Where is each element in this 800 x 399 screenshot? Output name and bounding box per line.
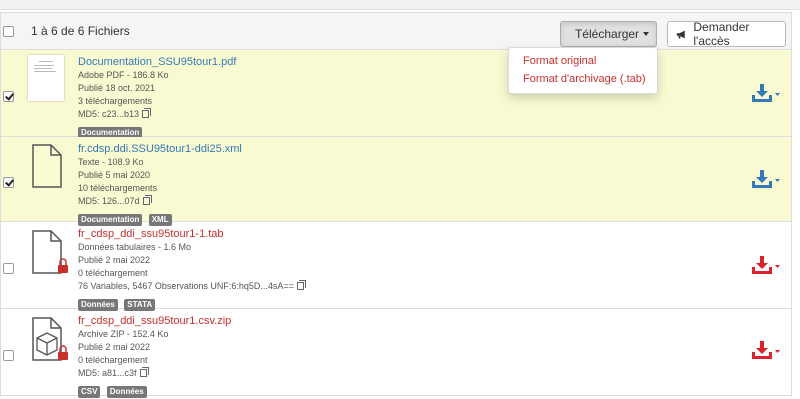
row-checkbox[interactable] xyxy=(3,350,14,361)
file-info: fr_cdsp_ddi_ssu95tour1.csv.zip Archive Z… xyxy=(78,314,231,399)
table-row: fr_cdsp_ddi_ssu95tour1.csv.zip Archive Z… xyxy=(1,309,791,399)
copy-icon[interactable] xyxy=(142,110,150,118)
file-downloads: 0 téléchargement xyxy=(78,268,148,278)
file-download-button[interactable] xyxy=(751,255,783,280)
file-name-link[interactable]: fr.cdsp.ddi.SSU95tour1-ddi25.xml xyxy=(78,142,242,156)
megaphone-icon xyxy=(676,30,685,38)
copy-icon[interactable] xyxy=(142,197,150,205)
file-type-size: Données tabulaires - 1.6 Mo xyxy=(78,242,192,252)
request-access-button[interactable]: Demander l'accès xyxy=(667,20,786,48)
download-icon xyxy=(752,170,780,188)
file-thumbnail[interactable] xyxy=(28,316,72,369)
box-icon xyxy=(32,317,68,361)
file-published: Publié 2 mai 2022 xyxy=(78,255,151,265)
top-strip xyxy=(0,0,800,10)
file-download-button[interactable] xyxy=(751,83,783,108)
file-info: Documentation_SSU95tour1.pdf Adobe PDF -… xyxy=(78,55,236,140)
file-thumbnail[interactable] xyxy=(28,143,64,194)
file-name-link[interactable]: fr_cdsp_ddi_ssu95tour1.csv.zip xyxy=(78,314,231,328)
file-downloads: 0 téléchargement xyxy=(78,355,148,365)
download-button[interactable]: Télécharger xyxy=(560,21,657,47)
download-icon xyxy=(752,341,780,359)
request-access-label: Demander l'accès xyxy=(693,20,750,48)
file-thumbnail[interactable] xyxy=(28,229,72,282)
file-downloads: 3 téléchargements xyxy=(78,96,153,106)
file-table-header: 1 à 6 de 6 Fichiers Télécharger Demander… xyxy=(1,12,791,50)
table-row: fr_cdsp_ddi_ssu95tour1-1.tab Données tab… xyxy=(1,222,791,312)
file-type-size: Texte - 108.9 Ko xyxy=(78,157,144,167)
file-published: Publié 18 oct. 2021 xyxy=(78,83,156,93)
file-checksum: MD5: a81...c3f xyxy=(78,368,137,378)
file-icon xyxy=(32,144,62,188)
file-published: Publié 2 mai 2022 xyxy=(78,342,151,352)
lock-icon xyxy=(58,258,68,273)
file-downloads: 10 téléchargements xyxy=(78,183,158,193)
file-thumbnail[interactable] xyxy=(28,55,64,101)
menu-item-original-format[interactable]: Format original xyxy=(523,55,596,67)
file-name-link[interactable]: Documentation_SSU95tour1.pdf xyxy=(78,55,236,69)
file-checksum-line: MD5: 126...07d xyxy=(78,195,242,208)
pdf-preview xyxy=(28,55,64,101)
download-icon xyxy=(752,84,780,102)
table-row: fr.cdsp.ddi.SSU95tour1-ddi25.xml Texte -… xyxy=(1,137,791,226)
file-checksum: 76 Variables, 5467 Observations UNF:6:hq… xyxy=(78,281,294,291)
download-icon xyxy=(752,256,780,274)
download-button-label: Télécharger xyxy=(575,27,640,41)
menu-item-archive-format[interactable]: Format d'archivage (.tab) xyxy=(523,73,646,85)
file-published: Publié 5 mai 2020 xyxy=(78,170,151,180)
file-icon xyxy=(32,230,68,274)
file-count: 1 à 6 de 6 Fichiers xyxy=(31,24,130,38)
row-checkbox[interactable] xyxy=(3,177,14,188)
table-row: Documentation_SSU95tour1.pdf Adobe PDF -… xyxy=(1,50,791,140)
file-checksum-line: 76 Variables, 5467 Observations UNF:6:hq… xyxy=(78,280,304,293)
lock-icon xyxy=(58,345,68,360)
file-checksum-line: MD5: c23...b13 xyxy=(78,108,236,121)
file-download-button[interactable] xyxy=(751,340,783,365)
file-type-size: Archive ZIP - 152.4 Ko xyxy=(78,329,169,339)
copy-icon[interactable] xyxy=(139,369,147,377)
copy-icon[interactable] xyxy=(296,282,304,290)
file-info: fr.cdsp.ddi.SSU95tour1-ddi25.xml Texte -… xyxy=(78,142,242,227)
file-name-link[interactable]: fr_cdsp_ddi_ssu95tour1-1.tab xyxy=(78,227,304,241)
file-tag: Données xyxy=(106,386,147,398)
file-download-button[interactable] xyxy=(751,169,783,194)
file-checksum-line: MD5: a81...c3f xyxy=(78,367,231,380)
chevron-down-icon xyxy=(643,32,650,36)
file-info: fr_cdsp_ddi_ssu95tour1-1.tab Données tab… xyxy=(78,227,304,312)
select-all-checkbox[interactable] xyxy=(3,26,14,37)
file-type-size: Adobe PDF - 186.8 Ko xyxy=(78,70,169,80)
row-checkbox[interactable] xyxy=(3,263,14,274)
download-format-menu: Format original Format d'archivage (.tab… xyxy=(508,47,658,94)
file-tag: CSV xyxy=(78,386,101,398)
file-tags: CSV Données xyxy=(78,381,231,399)
row-checkbox[interactable] xyxy=(3,91,14,102)
file-table: 1 à 6 de 6 Fichiers Télécharger Demander… xyxy=(0,12,792,399)
file-checksum: MD5: c23...b13 xyxy=(78,109,140,119)
file-checksum: MD5: 126...07d xyxy=(78,196,140,206)
